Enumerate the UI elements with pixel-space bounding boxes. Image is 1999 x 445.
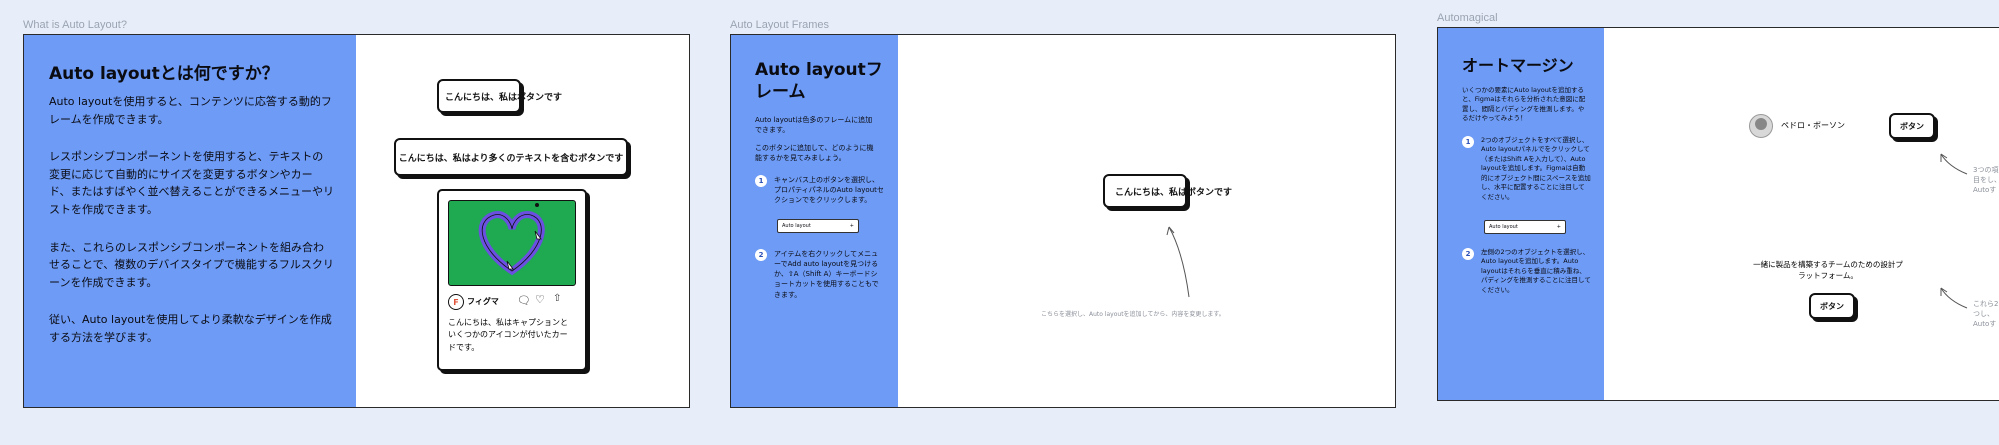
frame-auto-layout-frames[interactable]: Auto layoutフレーム Auto layoutは色多のフレームに追加でき…: [730, 34, 1396, 408]
paragraph: 従い、Auto layoutを使用してより柔軟なデザインを作成する方法を学びます…: [49, 313, 332, 344]
frame-title: Auto layoutとは何ですか？: [49, 64, 279, 84]
button[interactable]: ボタン: [1889, 113, 1935, 139]
hint-text: こちらを選択し、Auto layoutを追加してから、内容を変更します。: [1041, 311, 1225, 318]
card-brand: フィグマ: [467, 297, 499, 306]
step-2: 2 アイテムを右クリックしてメニューでAdd auto layoutを見つけるか…: [755, 249, 885, 300]
add-icon[interactable]: +: [850, 223, 854, 229]
paragraph: Auto layoutを使用すると、コンテンツに応答する動的フレームを作成できま…: [49, 95, 332, 126]
description: Auto layoutを使用すると、コンテンツに応答する動的フレームを作成できま…: [49, 93, 334, 347]
step-1: 1 2つのオブジェクトをすべて選択し、Auto layoutパネルでをクリックし…: [1462, 136, 1594, 202]
paragraph: レスポンシブコンポーネントを使用すると、テキストの変更に応じて自動的にサイズを変…: [49, 150, 335, 216]
step-text-prefix: 左側の2つのオブジェクトを選択し、: [1481, 248, 1590, 256]
auto-layout-input[interactable]: Auto layout +: [777, 219, 859, 233]
card[interactable]: F フィグマ 🗨 ♡ ⇧ こんにちは、私はキャプションといくつかのアイコンが付い…: [437, 189, 587, 371]
heart-icon[interactable]: ♡: [535, 293, 545, 306]
long-button[interactable]: こんにちは、私はより多くのテキストを含むボタンです: [394, 138, 628, 176]
frame-label-auto-layout-frames[interactable]: Auto Layout Frames: [730, 19, 829, 31]
step-number: 2: [1462, 248, 1474, 260]
share-icon[interactable]: ⇧: [553, 293, 561, 304]
step-text-body: Auto layoutを追加します。Auto layoutはそれらを垂直に積み重…: [1481, 257, 1591, 294]
person-name: ペドロ・ボーソン: [1781, 121, 1845, 130]
info-panel: Auto layoutフレーム Auto layoutは色多のフレームに追加でき…: [731, 35, 898, 407]
intro-text: いくつかの要素にAuto layoutを追加すると、Figmaはそれらを分析され…: [1462, 86, 1586, 123]
auto-layout-input[interactable]: Auto layout +: [1484, 220, 1566, 234]
frame-automagical[interactable]: オートマージン いくつかの要素にAuto layoutを追加すると、Figmaは…: [1437, 27, 1999, 401]
arrow-curve: [1166, 226, 1190, 298]
note-1: 3つの項目をし、Autoす: [1973, 166, 1999, 194]
info-panel: Auto layoutとは何ですか？ Auto layoutを使用すると、コンテ…: [24, 35, 356, 407]
input-label: Auto layout: [782, 223, 811, 229]
frame-label-automagical[interactable]: Automagical: [1437, 12, 1498, 24]
step-text: アイテムを右クリックしてメニューでAdd auto layoutを見つけるか、⇧…: [774, 250, 879, 299]
target-button[interactable]: こんにちは、私はボタンです: [1103, 174, 1232, 208]
paragraph: また、これらのレスポンシブコンポーネントを組み合わせることで、複数のデバイスタイ…: [49, 240, 334, 289]
add-icon[interactable]: +: [1557, 224, 1561, 230]
info-panel: オートマージン いくつかの要素にAuto layoutを追加すると、Figmaは…: [1438, 28, 1604, 400]
arrow-curve: [1940, 153, 1968, 175]
step-2: 2 左側の2つのオブジェクトを選択し、Auto layoutを追加します。Aut…: [1462, 248, 1594, 295]
intro-text: Auto layoutは色多のフレームに追加できます。: [755, 116, 873, 135]
card-image: [448, 200, 576, 286]
step-number: 2: [755, 249, 767, 261]
input-label: Auto layout: [1489, 224, 1518, 230]
step-1: 1 キャンバス上のボタンを選択し、プロパティパネルのAuto layoutセクシ…: [755, 175, 885, 205]
short-button[interactable]: こんにちは、私はボタンです: [437, 79, 562, 113]
avatar: [1749, 114, 1773, 138]
step-number: 1: [1462, 136, 1474, 148]
arrow-curve: [1940, 287, 1968, 309]
frame-title: Auto layoutフレーム: [755, 60, 883, 103]
frame-label-what-is-auto-layout[interactable]: What is Auto Layout?: [23, 19, 127, 31]
step-number: 1: [755, 175, 767, 187]
intro-text-2: このボタンに追加して、どのように機能するかを見てみましょう。: [755, 144, 874, 163]
step-text: 2つのオブジェクトをすべて選択し、Auto layoutパネルでをクリックして（…: [1481, 136, 1591, 201]
comment-icon[interactable]: 🗨: [517, 294, 531, 307]
frame-title: オートマージン: [1462, 56, 1574, 75]
note-2: これら2つし、Autoす: [1973, 300, 1999, 328]
step-text: 左側の2つのオブジェクトを選択し、Auto layoutを追加します。Auto …: [1481, 248, 1591, 295]
step-text: キャンバス上のボタンを選択し、プロパティパネルのAuto layoutセクション…: [774, 176, 884, 205]
frame-what-is-auto-layout[interactable]: Auto layoutとは何ですか？ Auto layoutを使用すると、コンテ…: [23, 34, 690, 408]
team-text: 一緒に製品を構築するチームのための設計プラットフォーム。: [1753, 260, 1903, 280]
card-caption: こんにちは、私はキャプションといくつかのアイコンが付いたカードです。: [448, 318, 568, 352]
heart-illustration: [478, 203, 545, 276]
button-2[interactable]: ボタン: [1809, 293, 1855, 319]
figma-logo-icon: F: [448, 294, 464, 310]
